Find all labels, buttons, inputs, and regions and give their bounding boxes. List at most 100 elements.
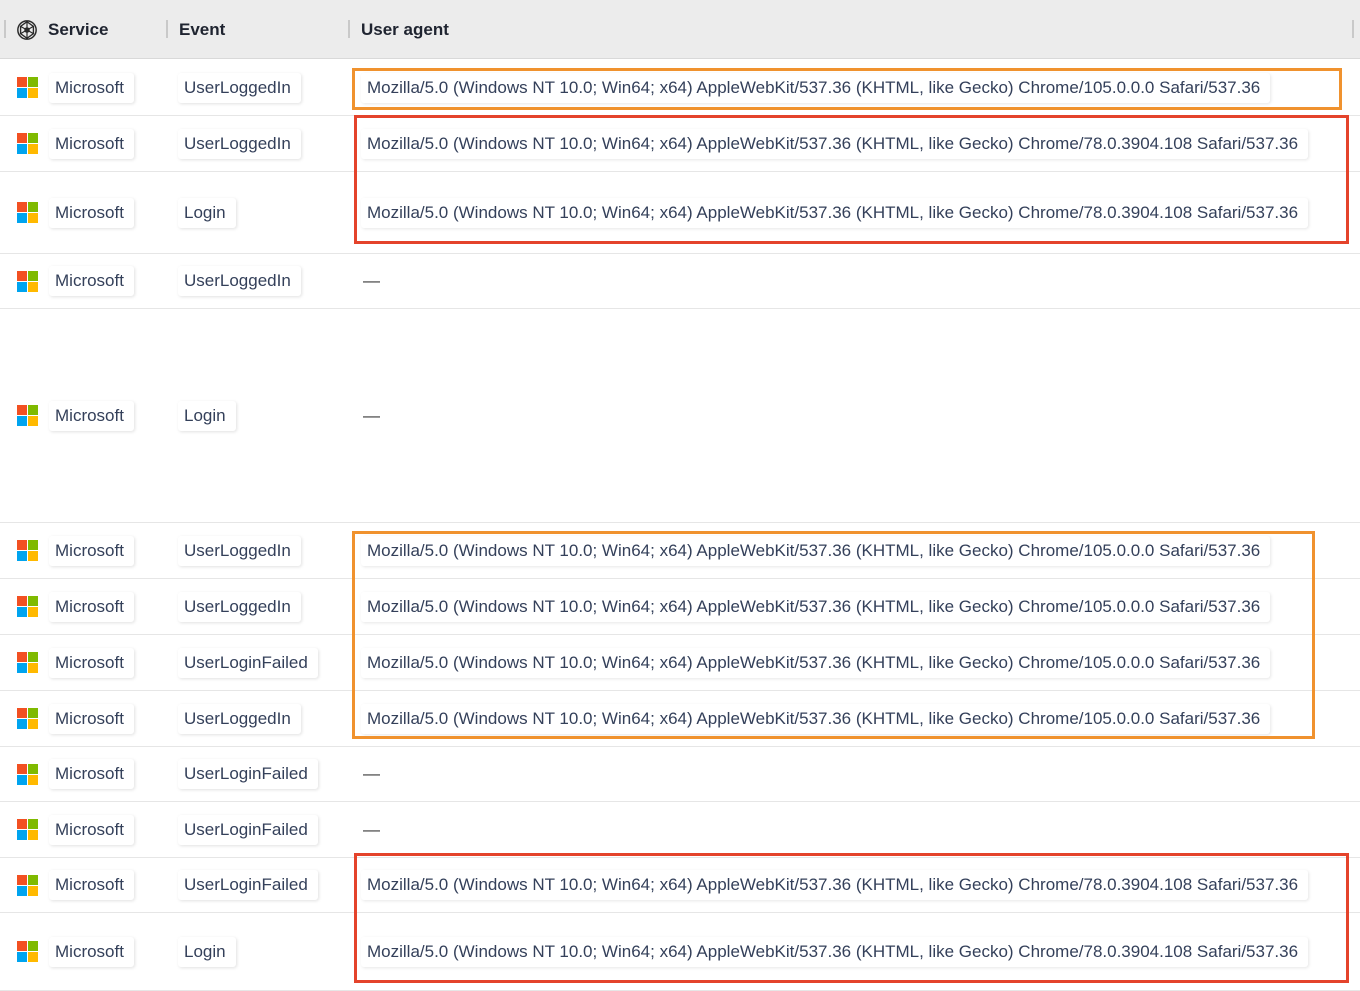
event-value[interactable]: UserLoggedIn [178,128,301,159]
table-row[interactable]: Microsoft UserLoginFailed — [0,747,1360,802]
service-icon-cell [17,60,38,115]
event-value[interactable]: Login [178,936,236,967]
user-agent-empty: — [363,819,380,839]
microsoft-logo-icon [17,763,38,785]
event-value[interactable]: Login [178,400,236,431]
table-row[interactable]: Microsoft Login Mozilla/5.0 (Windows NT 10… [0,913,1360,991]
table-row[interactable]: Microsoft UserLoginFailed Mozilla/5.0 (Win… [0,858,1360,913]
table-row[interactable]: Microsoft UserLoggedIn Mozilla/5.0 (Window… [0,691,1360,747]
event-cell: Login [178,309,236,522]
user-agent-value[interactable]: Mozilla/5.0 (Windows NT 10.0; Win64; x64… [361,128,1309,159]
user-agent-value[interactable]: Mozilla/5.0 (Windows NT 10.0; Win64; x64… [361,72,1271,103]
event-cell: Login [178,913,236,990]
event-value[interactable]: UserLoggedIn [178,703,301,734]
table-row[interactable]: Microsoft UserLoginFailed — [0,802,1360,858]
microsoft-logo-icon [17,202,38,223]
event-cell: UserLoginFailed [178,802,318,857]
service-value[interactable]: Microsoft [49,936,134,967]
service-value[interactable]: Microsoft [49,703,134,734]
user-agent-value[interactable]: Mozilla/5.0 (Windows NT 10.0; Win64; x64… [361,936,1309,967]
service-icon-cell [17,747,38,801]
event-value[interactable]: Login [178,197,236,228]
service-cell: Microsoft [49,523,134,578]
table-row[interactable]: Microsoft Login — [0,309,1360,523]
microsoft-logo-icon [17,405,38,426]
service-value[interactable]: Microsoft [49,128,134,159]
service-cell: Microsoft [49,913,134,990]
table-row[interactable]: Microsoft UserLoggedIn Mozilla/5.0 (Window… [0,60,1360,116]
service-value[interactable]: Microsoft [49,535,134,566]
service-app-icon [17,19,37,40]
microsoft-logo-icon [17,596,38,617]
service-cell: Microsoft [49,691,134,746]
service-value[interactable]: Microsoft [49,400,134,431]
service-icon-cell [17,858,38,912]
column-header-user-agent[interactable]: User agent [361,0,449,59]
service-value[interactable]: Microsoft [49,591,134,622]
user-agent-value[interactable]: Mozilla/5.0 (Windows NT 10.0; Win64; x64… [361,703,1271,734]
event-cell: UserLoggedIn [178,60,301,115]
user-agent-cell: Mozilla/5.0 (Windows NT 10.0; Win64; x64… [361,60,1271,115]
user-agent-cell: — [361,309,380,522]
service-icon-cell [17,116,38,171]
column-separator[interactable] [166,20,168,38]
user-agent-empty: — [363,405,380,425]
user-agent-value[interactable]: Mozilla/5.0 (Windows NT 10.0; Win64; x64… [361,197,1309,228]
event-cell: UserLoggedIn [178,579,301,634]
table-row[interactable]: Microsoft UserLoginFailed Mozilla/5.0 (Win… [0,635,1360,691]
column-header-event[interactable]: Event [179,0,225,59]
service-icon-cell [17,579,38,634]
event-value[interactable]: UserLoginFailed [178,759,318,789]
service-value[interactable]: Microsoft [49,647,134,678]
service-icon-cell [17,691,38,746]
user-agent-value[interactable]: Mozilla/5.0 (Windows NT 10.0; Win64; x64… [361,591,1271,622]
user-agent-value[interactable]: Mozilla/5.0 (Windows NT 10.0; Win64; x64… [361,647,1271,678]
service-value[interactable]: Microsoft [49,759,134,789]
event-cell: UserLoginFailed [178,858,318,912]
event-value[interactable]: UserLoginFailed [178,870,318,900]
table-row[interactable]: Microsoft UserLoggedIn Mozilla/5.0 (Window… [0,579,1360,635]
event-value[interactable]: UserLoggedIn [178,591,301,622]
service-value[interactable]: Microsoft [49,266,134,296]
event-value[interactable]: UserLoggedIn [178,72,301,103]
event-value[interactable]: UserLoginFailed [178,814,318,845]
service-icon-cell [17,913,38,990]
event-cell: Login [178,172,236,253]
table-header: Service Event User agent [0,0,1360,59]
service-icon-cell [17,523,38,578]
service-cell: Microsoft [49,802,134,857]
service-cell: Microsoft [49,858,134,912]
column-header-service-label: Service [48,19,109,39]
user-agent-cell: Mozilla/5.0 (Windows NT 10.0; Win64; x64… [361,635,1271,690]
event-cell: UserLoggedIn [178,116,301,171]
user-agent-cell: Mozilla/5.0 (Windows NT 10.0; Win64; x64… [361,579,1271,634]
column-separator[interactable] [1352,20,1354,38]
table-row[interactable]: Microsoft UserLoggedIn Mozilla/5.0 (Window… [0,523,1360,579]
service-value[interactable]: Microsoft [49,72,134,103]
table-row[interactable]: Microsoft UserLoggedIn — [0,254,1360,309]
microsoft-logo-icon [17,874,38,896]
table-row[interactable]: Microsoft UserLoggedIn Mozilla/5.0 (Window… [0,116,1360,172]
service-value[interactable]: Microsoft [49,197,134,228]
service-cell: Microsoft [49,116,134,171]
event-value[interactable]: UserLoggedIn [178,266,301,296]
column-separator[interactable] [348,20,350,38]
column-header-service[interactable]: Service [16,0,109,59]
service-cell: Microsoft [49,172,134,253]
user-agent-cell: Mozilla/5.0 (Windows NT 10.0; Win64; x64… [361,172,1309,253]
service-icon-cell [17,309,38,522]
event-value[interactable]: UserLoginFailed [178,647,318,678]
service-icon-cell [17,802,38,857]
user-agent-cell: — [361,802,380,857]
user-agent-empty: — [363,271,380,290]
event-value[interactable]: UserLoggedIn [178,535,301,566]
service-value[interactable]: Microsoft [49,870,134,900]
event-cell: UserLoggedIn [178,691,301,746]
service-value[interactable]: Microsoft [49,814,134,845]
event-cell: UserLoginFailed [178,747,318,801]
column-separator[interactable] [4,20,6,38]
events-table: Service Event User agent Microsoft UserLo… [0,0,1360,991]
table-row[interactable]: Microsoft Login Mozilla/5.0 (Windows NT 10… [0,172,1360,254]
user-agent-value[interactable]: Mozilla/5.0 (Windows NT 10.0; Win64; x64… [361,535,1271,566]
user-agent-value[interactable]: Mozilla/5.0 (Windows NT 10.0; Win64; x64… [361,870,1309,900]
